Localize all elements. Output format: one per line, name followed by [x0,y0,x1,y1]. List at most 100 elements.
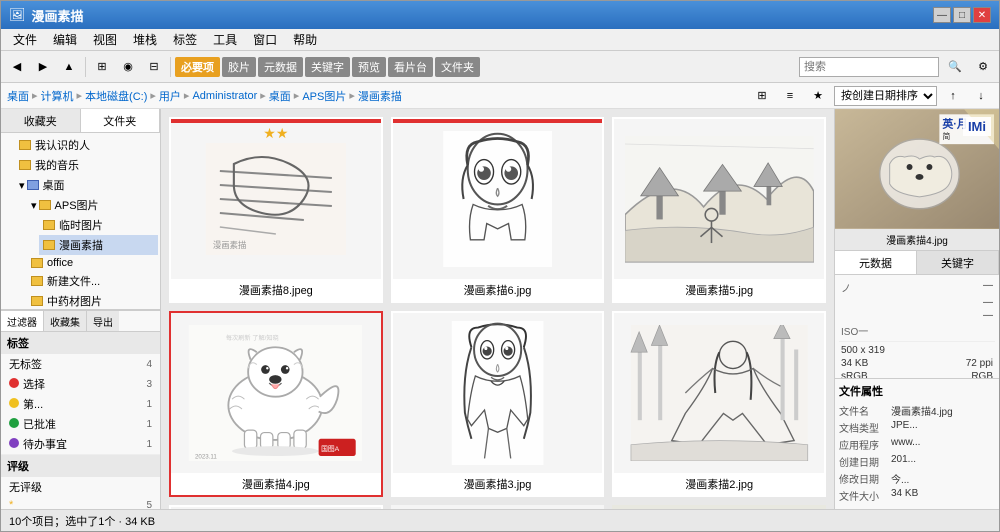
filter-rating-header[interactable]: 评级 [1,455,160,477]
file-properties: 文件属性 文件名 漫画素描4.jpg 文档类型 JPE... 应用程序 www.… [835,378,999,509]
sort-dropdown[interactable]: 按创建日期排序 [834,86,937,106]
breadcrumb-desktop[interactable]: 桌面 [7,88,29,104]
breadcrumb-manga[interactable]: 漫画素描 [358,88,402,104]
thumb-item-6[interactable]: 漫画素描2.jpg [612,311,826,497]
imi-text: IMi [963,117,991,136]
thumb-img-5 [393,313,603,473]
meta-tag[interactable]: 元数据 [258,57,303,77]
folder-icon [31,296,43,306]
tree-my-people[interactable]: 我认识的人 [15,135,158,155]
filter-panel: 过滤器 收藏集 导出 标签 无标签 4 选择 3 第. [1,309,160,509]
breadcrumb-bar: 桌面 ▸ 计算机 ▸ 本地磁盘(C:) ▸ 用户 ▸ Administrator… [1,83,999,109]
nav-up-button[interactable]: ▲ [57,55,81,79]
window-controls: — □ ✕ [933,7,991,23]
meta-tab-keywords[interactable]: 关键字 [917,251,999,274]
keyword-tag[interactable]: 关键字 [305,57,350,77]
meta-row-3: — [839,309,995,322]
tree-desktop[interactable]: ▾ 桌面 [15,175,158,195]
tree-new-folder[interactable]: 新建文件... [27,271,158,291]
filter-select-label[interactable]: 选择 3 [1,374,160,394]
filter-approved-label[interactable]: 已批准 1 [1,414,160,434]
tab-folders[interactable]: 文件夹 [81,109,161,132]
search-input[interactable] [799,57,939,77]
filter-tab-filter[interactable]: 过滤器 [1,311,44,331]
folder-tree: 我认识的人 我的音乐 ▾ 桌面 ▾ APS图片 [1,133,160,309]
meta-colorspace: sRGB RGB [839,370,995,378]
toolbar-icon-btn-3[interactable]: ⊟ [142,55,166,79]
purple-dot [9,438,19,448]
tree-office[interactable]: office [27,255,158,271]
filter-labels-header[interactable]: 标签 [1,332,160,354]
toolbar-icon-btn-1[interactable]: ⊞ [90,55,114,79]
search-area: 🔍 ⚙ [799,55,995,79]
thumb-label-3: 漫画素描5.jpg [614,279,824,301]
menu-file[interactable]: 文件 [5,29,45,50]
meta-tab-metadata[interactable]: 元数据 [835,251,917,274]
breadcrumb-aps[interactable]: APS图片 [302,88,346,104]
thumb-item-7[interactable]: paps 漫画素描1 [169,505,383,509]
filter-no-label[interactable]: 无标签 4 [1,354,160,374]
maximize-button[interactable]: □ [953,7,971,23]
minimize-button[interactable]: — [933,7,951,23]
menu-label[interactable]: 标签 [165,29,205,50]
sidebar-tabs: 收藏夹 文件夹 [1,109,160,133]
tree-manga-selected[interactable]: 漫画素描 [39,235,158,255]
view-list-button[interactable]: ≡ [778,84,802,108]
breadcrumb-disk[interactable]: 本地磁盘(C:) [85,88,147,104]
thumb-item-1[interactable]: ★★ 漫画素描 漫画素描8.jpeg [169,117,383,303]
filecmp-tag[interactable]: 文件夹 [435,57,480,77]
thumb-item-3[interactable]: 漫画素描5.jpg [612,117,826,303]
thumb-item-4[interactable]: 每次刷新 了解/知晓 [169,311,383,497]
sketch-svg-4: 每次刷新 了解/知晓 [181,325,370,461]
film-tag[interactable]: 胶片 [222,57,256,77]
thumb-label-4: 漫画素描4.jpg [171,473,381,495]
menu-tools[interactable]: 工具 [205,29,245,50]
red-bar-2 [393,119,603,123]
filter-1star[interactable]: * 5 [1,497,160,509]
yellow-dot [9,398,19,408]
kanta-tag[interactable]: 看片台 [388,57,433,77]
menu-edit[interactable]: 编辑 [45,29,85,50]
tree-aps-pics[interactable]: ▾ APS图片 [27,195,158,215]
search-icon[interactable]: 🔍 [943,55,967,79]
filter-no-rating[interactable]: 无评级 [1,477,160,497]
menu-stack[interactable]: 堆栈 [125,29,165,50]
close-button[interactable]: ✕ [973,7,991,23]
filter-tab-collection[interactable]: 收藏集 [44,311,87,331]
sort-desc-button[interactable]: ↓ [969,84,993,108]
folder-icon [31,258,43,268]
right-panel: 英·月 简 IMi 漫画素描4.jpg 元数据 关键字 ノ — [834,109,999,509]
file-prop-created: 创建日期 201... [839,454,995,469]
thumb-item-2[interactable]: 漫画素描6.jpg [391,117,605,303]
filter-second-label[interactable]: 第... 1 [1,394,160,414]
breadcrumb-admin[interactable]: Administrator [192,90,257,102]
breadcrumb-desktop2[interactable]: 桌面 [269,88,291,104]
sort-asc-button[interactable]: ↑ [941,84,965,108]
filter-todo-label[interactable]: 待办事宜 1 [1,434,160,454]
menu-help[interactable]: 帮助 [285,29,325,50]
folder-icon [31,276,43,286]
nav-back-button[interactable]: ◀ [5,55,29,79]
tree-my-music[interactable]: 我的音乐 [15,155,158,175]
filter-tab-export[interactable]: 导出 [87,311,119,331]
red-bar-1 [171,119,381,123]
tab-favorites[interactable]: 收藏夹 [1,109,81,132]
menu-view[interactable]: 视图 [85,29,125,50]
left-sidebar: 收藏夹 文件夹 我认识的人 我的音乐 ▾ 桌面 [1,109,161,509]
breadcrumb-users[interactable]: 用户 [159,88,181,104]
nav-forward-button[interactable]: ▶ [31,55,55,79]
star-button[interactable]: ★ [806,84,830,108]
settings-icon[interactable]: ⚙ [971,55,995,79]
breadcrumb-computer[interactable]: 计算机 [41,88,74,104]
view-grid-button[interactable]: ⊞ [750,84,774,108]
required-tag[interactable]: 必要项 [175,57,220,77]
preview-tag[interactable]: 预览 [352,57,386,77]
menu-window[interactable]: 窗口 [245,29,285,50]
thumb-img-7: paps [171,507,381,509]
toolbar-icon-btn-2[interactable]: ◉ [116,55,140,79]
meta-row-2: — [839,296,995,309]
tree-temp-pics[interactable]: 临时图片 [39,215,158,235]
thumb-item-5[interactable]: 漫画素描3.jpg [391,311,605,497]
file-prop-app: 应用程序 www... [839,437,995,452]
tree-herb-pics[interactable]: 中药材图片 [27,291,158,309]
